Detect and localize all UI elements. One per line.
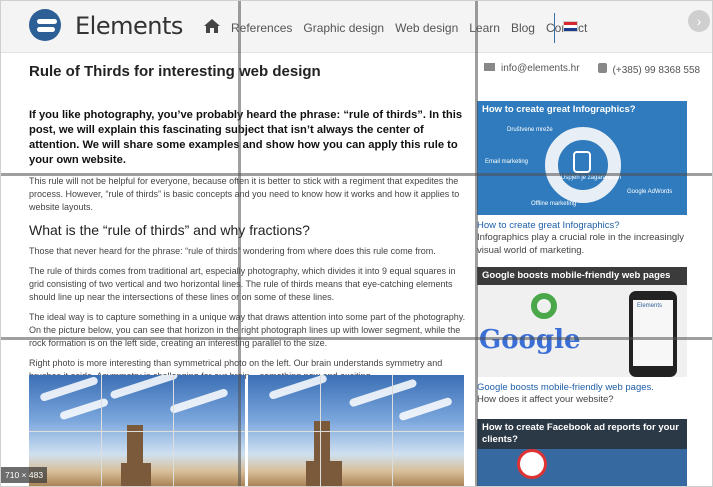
- croatian-flag-icon[interactable]: [563, 21, 578, 32]
- map-pin-icon: [531, 293, 557, 319]
- logo-text[interactable]: Elements: [75, 12, 183, 40]
- nav-graphic-design[interactable]: Graphic design: [303, 21, 384, 35]
- phone-link[interactable]: (+385) 99 8368 558: [580, 63, 700, 76]
- google-logo: Google: [479, 325, 581, 355]
- email-link[interactable]: info@elements.hr: [484, 63, 580, 76]
- nav-blog[interactable]: Blog: [511, 21, 535, 35]
- symmetric-photo: [29, 375, 245, 486]
- main-nav: References Graphic design Web design Lea…: [231, 21, 598, 35]
- article-lead: If you like photography, you’ve probably…: [29, 109, 463, 166]
- mail-icon: [484, 63, 495, 71]
- thirds-grid-line: [475, 1, 478, 486]
- nav-divider: [554, 13, 555, 43]
- article-paragraph: The rule of thirds comes from traditiona…: [29, 266, 456, 302]
- article: Rule of Thirds for interesting web desig…: [29, 63, 469, 390]
- card-title[interactable]: How to create great Infographics?: [477, 101, 687, 119]
- thirds-grid-line: [238, 1, 241, 486]
- card-title[interactable]: How to create Facebook ad reports for yo…: [477, 419, 687, 449]
- elements-logo-icon[interactable]: [29, 9, 61, 41]
- sidebar-card-facebook[interactable]: How to create Facebook ad reports for yo…: [477, 419, 687, 486]
- card-description: Infographics play a crucial role in the …: [477, 232, 684, 256]
- contact-bar: info@elements.hr (+385) 99 8368 558: [484, 63, 700, 76]
- page-title: Rule of Thirds for interesting web desig…: [29, 63, 321, 80]
- article-paragraph: This rule will not be helpful for everyo…: [29, 176, 460, 212]
- gauge-icon: [517, 449, 547, 479]
- smartphone-image: Elements: [629, 291, 677, 377]
- sidebar-card-infographics[interactable]: How to create great Infographics? Društv…: [477, 101, 687, 257]
- page: Elements References Graphic design Web d…: [0, 0, 713, 487]
- card-link[interactable]: Google boosts mobile-friendly web pages.: [477, 382, 687, 393]
- chevron-right-icon[interactable]: ›: [688, 10, 710, 32]
- facebook-reports-image[interactable]: How to create Facebook ad reports for yo…: [477, 419, 687, 486]
- user-icon: [573, 151, 591, 173]
- article-paragraph: The ideal way is to capture something in…: [29, 312, 466, 348]
- nav-web-design[interactable]: Web design: [395, 21, 458, 35]
- rule-of-thirds-photo: [29, 375, 464, 486]
- asymmetric-photo: [248, 375, 464, 486]
- card-title[interactable]: Google boosts mobile-friendly web pages: [477, 267, 687, 285]
- section-heading: What is the “rule of thirds” and why fra…: [29, 222, 310, 238]
- site-header: Elements References Graphic design Web d…: [1, 1, 712, 53]
- infographic-image[interactable]: Društvene mreže Email marketing Uspjeh j…: [477, 119, 687, 215]
- card-description: How does it affect your website?: [477, 394, 614, 405]
- thirds-grid-line: [1, 173, 712, 176]
- nav-learn[interactable]: Learn: [469, 21, 500, 35]
- image-size-badge: 710 × 483: [1, 467, 48, 483]
- article-paragraph: Those that never heard for the phrase: “…: [29, 246, 436, 256]
- phone-icon: [597, 63, 607, 73]
- card-link[interactable]: How to create great Infographics?: [477, 220, 687, 231]
- thirds-grid-line: [1, 337, 712, 340]
- home-icon[interactable]: [203, 18, 221, 34]
- google-mobile-image[interactable]: Google Elements: [477, 285, 687, 377]
